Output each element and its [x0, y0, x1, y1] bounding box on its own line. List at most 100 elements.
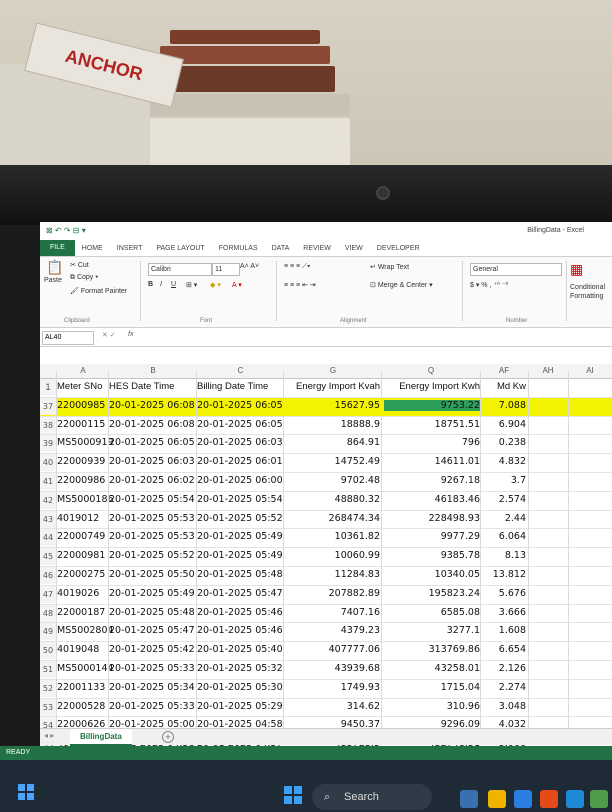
cell-energy-import-kwh[interactable]: 46183.46 — [384, 494, 480, 505]
office-icon[interactable] — [540, 790, 558, 808]
cell-meter-sno[interactable]: MS5000186 — [57, 494, 114, 505]
tab-home[interactable]: HOME — [75, 245, 110, 252]
col-header-c[interactable]: C — [197, 366, 284, 375]
taskbar-app-icon[interactable] — [460, 790, 478, 808]
cell-energy-import-kwh[interactable]: 6585.08 — [384, 607, 480, 618]
cell-billing-date-time[interactable]: 20-01-2025 06:01 — [197, 456, 283, 467]
cell-md-kw[interactable]: 1.608 — [482, 625, 526, 636]
row-number[interactable]: 51 — [40, 660, 56, 678]
align-top-icons[interactable]: ≡ ≡ ≡ ⟋▾ — [284, 263, 310, 271]
row-number[interactable]: 38 — [40, 416, 56, 434]
cell-hes-date-time[interactable]: 20-01-2025 06:05 — [109, 437, 195, 448]
row-number[interactable]: 41 — [40, 472, 56, 490]
cancel-enter-icons[interactable]: ✕ ✓ — [102, 331, 116, 339]
cell-energy-import-kvah[interactable]: 10361.82 — [284, 531, 380, 542]
cell-energy-import-kwh[interactable]: 313769.86 — [384, 644, 480, 655]
cell-md-kw[interactable]: 2.574 — [482, 494, 526, 505]
font-grow-icon[interactable]: A˄ A˅ — [240, 263, 259, 270]
add-sheet-button[interactable]: + — [162, 731, 174, 743]
row-number[interactable]: 42 — [40, 491, 56, 509]
row-number[interactable]: 46 — [40, 566, 56, 584]
borders-icon[interactable]: ⊞ ▾ — [186, 281, 197, 289]
cell-billing-date-time[interactable]: 20-01-2025 05:48 — [197, 569, 283, 580]
merge-center-button[interactable]: ⊡ Merge & Center ▾ — [370, 281, 433, 289]
cell-md-kw[interactable]: 2.126 — [482, 663, 526, 674]
cell-billing-date-time[interactable]: 20-01-2025 06:03 — [197, 437, 283, 448]
name-box[interactable]: AL40 — [42, 331, 94, 345]
row-number[interactable]: 52 — [40, 679, 56, 697]
row-number[interactable]: 50 — [40, 642, 56, 660]
cell-energy-import-kvah[interactable]: 207882.89 — [284, 588, 380, 599]
cell-energy-import-kwh[interactable]: 3277.1 — [384, 625, 480, 636]
paste-button[interactable]: Paste — [44, 277, 62, 284]
cell-energy-import-kvah[interactable]: 14752.49 — [284, 456, 380, 467]
cell-billing-date-time[interactable]: 20-01-2025 06:05 — [197, 400, 283, 411]
cell-energy-import-kwh[interactable]: 9385.78 — [384, 550, 480, 561]
conditional-formatting-button[interactable]: Conditional Formatting — [570, 283, 612, 301]
tab-formulas[interactable]: FORMULAS — [212, 245, 265, 252]
col-header-a[interactable]: A — [57, 366, 109, 375]
cell-billing-date-time[interactable]: 20-01-2025 05:30 — [197, 682, 283, 693]
cell-energy-import-kvah[interactable]: 268474.34 — [284, 513, 380, 524]
cell-billing-date-time[interactable]: 20-01-2025 06:05 — [197, 419, 283, 430]
cell-hes-date-time[interactable]: 20-01-2025 06:08 — [109, 419, 195, 430]
cell-energy-import-kvah[interactable]: 9702.48 — [284, 475, 380, 486]
cell-meter-sno[interactable]: 22000528 — [57, 701, 105, 712]
row-number[interactable]: 48 — [40, 604, 56, 622]
cell-md-kw[interactable]: 6.904 — [482, 419, 526, 430]
file-explorer-icon[interactable] — [488, 790, 506, 808]
cell-md-kw[interactable]: 6.064 — [482, 531, 526, 542]
align-left-icons[interactable]: ≡ ≡ ≡ ⇤ ⇥ — [284, 281, 316, 289]
cell-md-kw[interactable]: 0.238 — [482, 437, 526, 448]
row-number[interactable]: 37 — [40, 397, 56, 415]
cell-meter-sno[interactable]: 4019012 — [57, 513, 99, 524]
cell-md-kw[interactable]: 6.654 — [482, 644, 526, 655]
cell-billing-date-time[interactable]: 20-01-2025 05:40 — [197, 644, 283, 655]
cell-billing-date-time[interactable]: 20-01-2025 05:46 — [197, 607, 283, 618]
cell-billing-date-time[interactable]: 20-01-2025 05:49 — [197, 550, 283, 561]
cell-hes-date-time[interactable]: 20-01-2025 05:42 — [109, 644, 195, 655]
font-size-select[interactable]: 11 — [212, 263, 240, 276]
cell-energy-import-kvah[interactable]: 7407.16 — [284, 607, 380, 618]
cell-meter-sno[interactable]: 22000939 — [57, 456, 105, 467]
cell-meter-sno[interactable]: 22000115 — [57, 419, 105, 430]
cell-meter-sno[interactable]: 22000275 — [57, 569, 105, 580]
cell-hes-date-time[interactable]: 20-01-2025 06:08 — [109, 400, 195, 411]
cell-hes-date-time[interactable]: 20-01-2025 05:50 — [109, 569, 195, 580]
cell-hes-date-time[interactable]: 20-01-2025 05:52 — [109, 550, 195, 561]
col-header-q[interactable]: Q — [382, 366, 480, 375]
col-header-ah[interactable]: AH — [528, 366, 568, 375]
wrap-text-button[interactable]: ↵ Wrap Text — [370, 263, 409, 271]
quick-access-toolbar[interactable]: ⊠ ↶ ↷ ⊟ ▾ — [46, 226, 86, 235]
row-number[interactable]: 43 — [40, 510, 56, 528]
font-name-select[interactable]: Calibri — [148, 263, 212, 276]
cell-billing-date-time[interactable]: 20-01-2025 05:52 — [197, 513, 283, 524]
col-header-af[interactable]: AF — [480, 366, 528, 375]
cell-md-kw[interactable]: 7.088 — [482, 400, 526, 411]
cell-hes-date-time[interactable]: 20-01-2025 05:33 — [109, 701, 195, 712]
cell-energy-import-kvah[interactable]: 10060.99 — [284, 550, 380, 561]
row-number[interactable]: 40 — [40, 454, 56, 472]
cell-meter-sno[interactable]: 4019048 — [57, 644, 99, 655]
cell-billing-date-time[interactable]: 20-01-2025 05:32 — [197, 663, 283, 674]
bold-button[interactable]: B — [148, 281, 153, 288]
cell-energy-import-kvah[interactable]: 48880.32 — [284, 494, 380, 505]
tab-data[interactable]: DATA — [265, 245, 297, 252]
underline-button[interactable]: U — [171, 281, 176, 288]
cell-energy-import-kvah[interactable]: 11284.83 — [284, 569, 380, 580]
cell-md-kw[interactable]: 4.832 — [482, 456, 526, 467]
copy-button[interactable]: ⧉ Copy ▾ — [70, 274, 98, 282]
cell-energy-import-kvah[interactable]: 407777.06 — [284, 644, 380, 655]
cell-energy-import-kwh[interactable]: 9753.22 — [384, 399, 480, 411]
col-header-ai[interactable]: AI — [568, 366, 612, 375]
cell-meter-sno[interactable]: 22000986 — [57, 475, 105, 486]
cell-hes-date-time[interactable]: 20-01-2025 06:02 — [109, 475, 195, 486]
cell-energy-import-kwh[interactable]: 10340.05 — [384, 569, 480, 580]
cell-energy-import-kwh[interactable]: 9977.29 — [384, 531, 480, 542]
cell-md-kw[interactable]: 5.676 — [482, 588, 526, 599]
font-color-icon[interactable]: A ▾ — [232, 281, 242, 289]
cell-billing-date-time[interactable]: 20-01-2025 05:47 — [197, 588, 283, 599]
row-number[interactable]: 1 — [40, 379, 56, 396]
cell-billing-date-time[interactable]: 20-01-2025 05:49 — [197, 531, 283, 542]
cell-billing-date-time[interactable]: 20-01-2025 06:00 — [197, 475, 283, 486]
